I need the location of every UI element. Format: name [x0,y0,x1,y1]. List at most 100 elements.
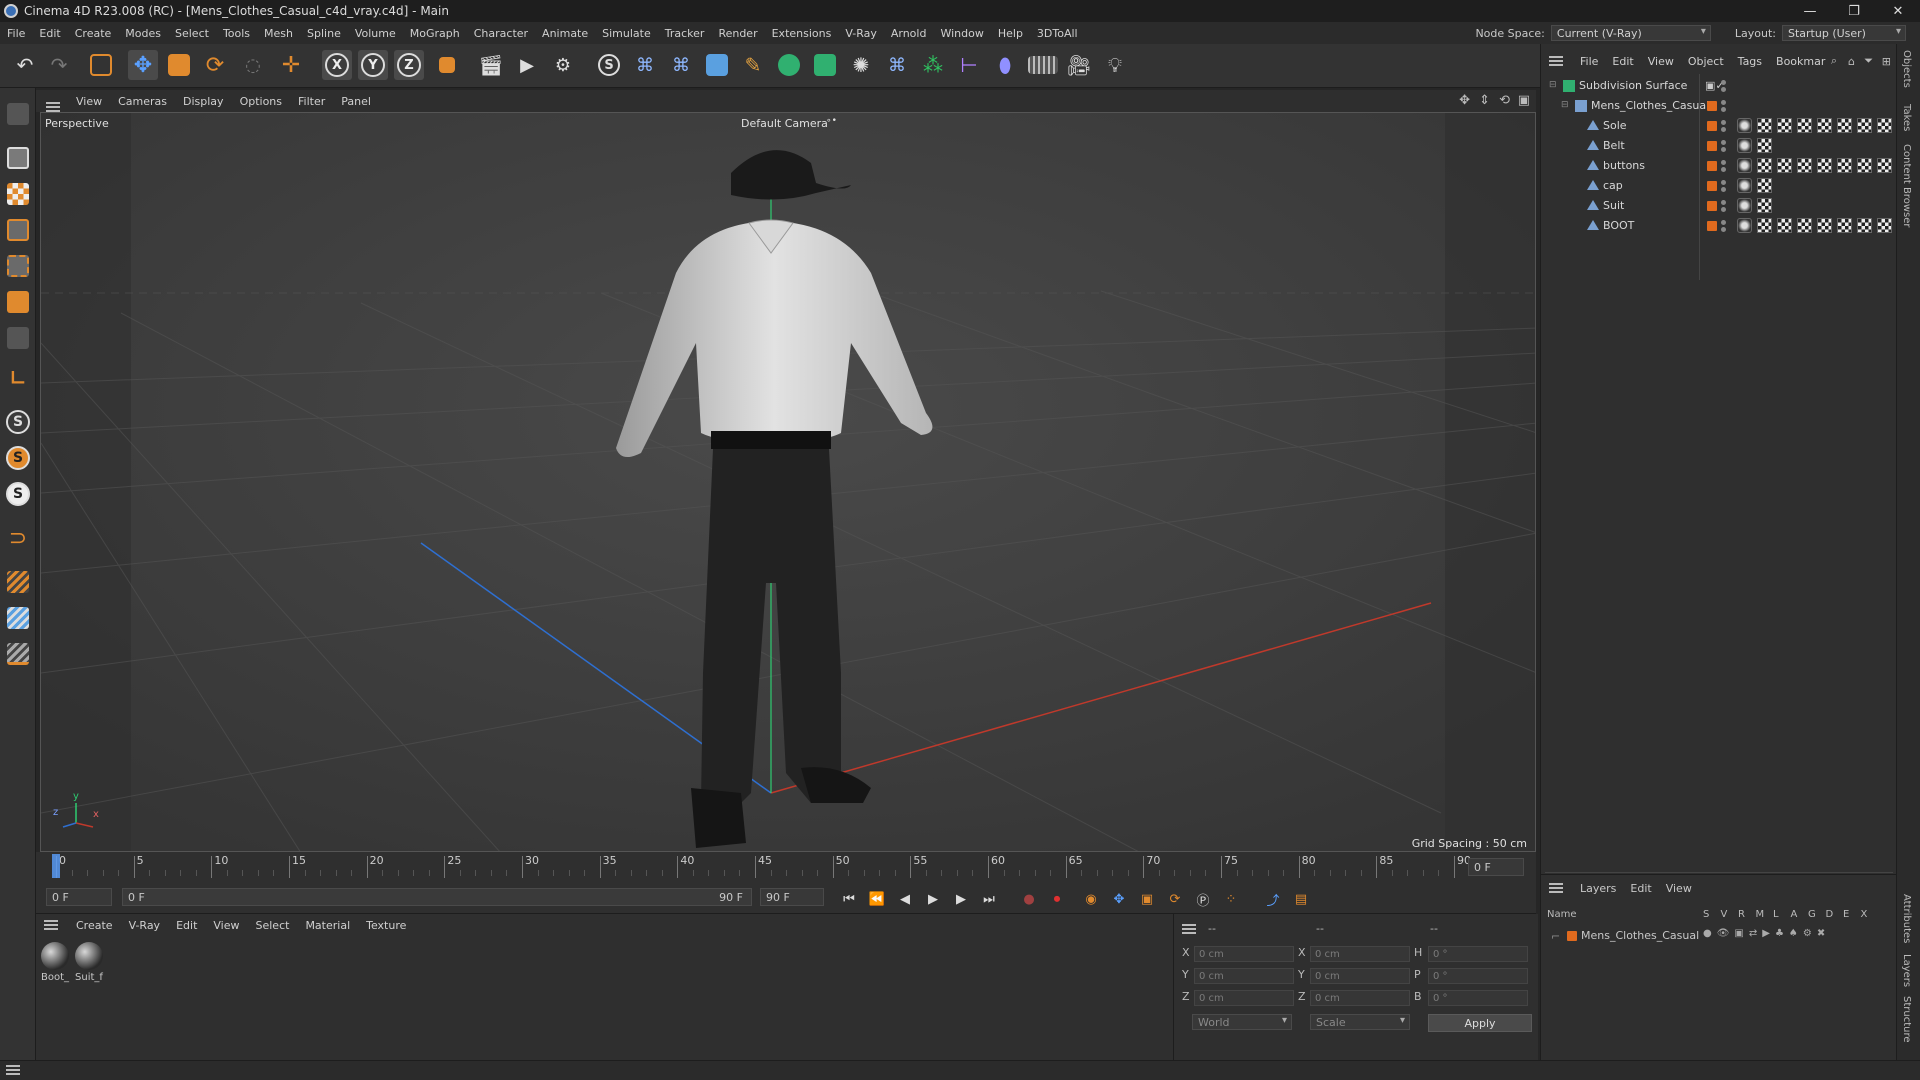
viewport-zoom-icon[interactable]: ⇕ [1479,93,1490,108]
key-scale-button[interactable]: ▣ [1136,888,1158,910]
python-button-1[interactable]: ⌘ [630,50,660,80]
object-row[interactable]: Suit [1541,196,1897,216]
menu-help[interactable]: Help [991,27,1030,40]
material-tag-icon[interactable] [1757,138,1772,153]
deformer-button[interactable]: ⊢ [954,50,984,80]
material-menu-vray[interactable]: V-Ray [121,919,169,932]
material-tag-icon[interactable] [1877,218,1892,233]
grid-button[interactable] [4,604,32,632]
material-hamburger-icon[interactable] [44,920,58,930]
python-button-3[interactable]: ⌘ [882,50,912,80]
material-tag-icon[interactable] [1777,118,1792,133]
render-visibility-dot[interactable] [1721,147,1726,152]
object-name[interactable]: Suit [1603,199,1624,212]
object-row[interactable]: BOOT [1541,216,1897,236]
uv-mode-button[interactable] [4,324,32,352]
material-tag-icon[interactable] [1877,158,1892,173]
node-space-select[interactable]: Current (V-Ray) [1550,25,1711,41]
previous-frame-button[interactable]: ◀ [894,888,916,910]
key-position-button[interactable]: ✥ [1108,888,1130,910]
layer-color-swatch[interactable] [1567,931,1577,941]
object-menu-file[interactable]: File [1573,55,1605,68]
viewport-menu-display[interactable]: Display [175,95,232,108]
render-picture-viewer-button[interactable]: ▶ [512,50,542,80]
cube-button[interactable] [702,50,732,80]
menu-render[interactable]: Render [711,27,764,40]
start-frame-field[interactable]: 0 F [46,888,112,906]
material-menu-material[interactable]: Material [297,919,358,932]
menu-vray[interactable]: V-Ray [838,27,884,40]
go-to-start-button[interactable]: ⏮ [838,888,860,910]
vray-button[interactable]: S [594,50,624,80]
edges-mode-button[interactable] [4,252,32,280]
workplane-rotate-button[interactable] [4,640,32,668]
layer-menu-view[interactable]: View [1659,882,1699,895]
object-name[interactable]: cap [1603,179,1623,192]
layer-toggle-icons[interactable]: ●👁▣⇄▶♣♠⚙✖ [1703,928,1830,939]
move-tool-button[interactable]: ✥ [128,50,158,80]
viewport-maximize-icon[interactable]: ▣ [1518,93,1530,108]
autokey-button[interactable]: ⏺ [1046,888,1068,910]
viewport-menu-filter[interactable]: Filter [290,95,333,108]
menu-mograph[interactable]: MoGraph [403,27,467,40]
make-editable-button[interactable] [4,100,32,128]
timeline-button[interactable]: ▤ [1290,888,1312,910]
layer-color-swatch[interactable] [1707,161,1717,171]
tab-objects[interactable]: Objects [1901,50,1912,88]
menu-extensions[interactable]: Extensions [765,27,839,40]
object-row[interactable]: Belt [1541,136,1897,156]
workplane-button[interactable] [4,568,32,596]
menu-mesh[interactable]: Mesh [257,27,300,40]
tab-content-browser[interactable]: Content Browser [1901,144,1912,227]
tab-structure[interactable]: Structure [1901,996,1912,1043]
z-axis-lock-button[interactable]: Z [394,50,424,80]
material-tag-icon[interactable] [1817,218,1832,233]
preview-range-slider[interactable]: 0 F 90 F [122,888,752,906]
layer-color-swatch[interactable] [1707,121,1717,131]
menu-tracker[interactable]: Tracker [658,27,712,40]
material-menu-view[interactable]: View [205,919,247,932]
position-x-field[interactable]: 0 cm [1194,946,1294,962]
material-tag-icon[interactable] [1857,118,1872,133]
floor-button[interactable] [1028,50,1058,80]
x-axis-lock-button[interactable]: X [322,50,352,80]
restore-button[interactable]: ❐ [1832,0,1876,22]
model-mode-button[interactable] [4,144,32,172]
motion-mode-button[interactable]: ⤴ [1262,888,1284,910]
coordinates-hamburger-icon[interactable] [1182,924,1196,934]
material-tag-icon[interactable] [1757,178,1772,193]
layer-color-swatch[interactable] [1707,181,1717,191]
material-menu-create[interactable]: Create [68,919,121,932]
record-active-button[interactable]: ● [1018,888,1040,910]
editor-visibility-dot[interactable] [1721,180,1726,185]
texture-tag-icon[interactable] [1737,138,1752,153]
editor-visibility-dot[interactable] [1721,120,1726,125]
material-tag-icon[interactable] [1757,218,1772,233]
layer-expand-icon[interactable]: ⌐ [1551,930,1560,943]
previous-key-button[interactable]: ⏪ [866,888,888,910]
snap-button-3[interactable]: S [4,480,32,508]
light-button[interactable]: 💡︎ [1100,50,1130,80]
status-hamburger-icon[interactable] [6,1065,20,1075]
coordinate-system-button[interactable] [432,50,462,80]
render-visibility-dot[interactable] [1721,227,1726,232]
object-home-icon[interactable]: ⌂ [1848,55,1855,68]
texture-tag-icon[interactable] [1737,218,1752,233]
end-frame-field[interactable]: 90 F [760,888,824,906]
timeline-ruler[interactable]: 0 5 10 15 20 25 30 35 40 45 50 55 60 65 70 75 80 85 90 0 F [36,852,1536,882]
editor-visibility-dot[interactable] [1721,100,1726,105]
render-visibility-dot[interactable] [1721,127,1726,132]
layer-color-swatch[interactable] [1707,141,1717,151]
recent-tool-button[interactable]: ◌ [238,50,268,80]
transform-mode-select[interactable]: Scale [1310,1014,1410,1030]
subdivision-button[interactable] [774,50,804,80]
render-visibility-dot[interactable] [1721,207,1726,212]
apply-button[interactable]: Apply [1428,1014,1532,1032]
menu-edit[interactable]: Edit [32,27,67,40]
material-tag-icon[interactable] [1797,158,1812,173]
material-menu-edit[interactable]: Edit [168,919,205,932]
menu-tools[interactable]: Tools [216,27,257,40]
object-name[interactable]: Mens_Clothes_Casual [1591,99,1709,112]
polygons-mode-button[interactable] [4,288,32,316]
material-tag-icon[interactable] [1757,118,1772,133]
